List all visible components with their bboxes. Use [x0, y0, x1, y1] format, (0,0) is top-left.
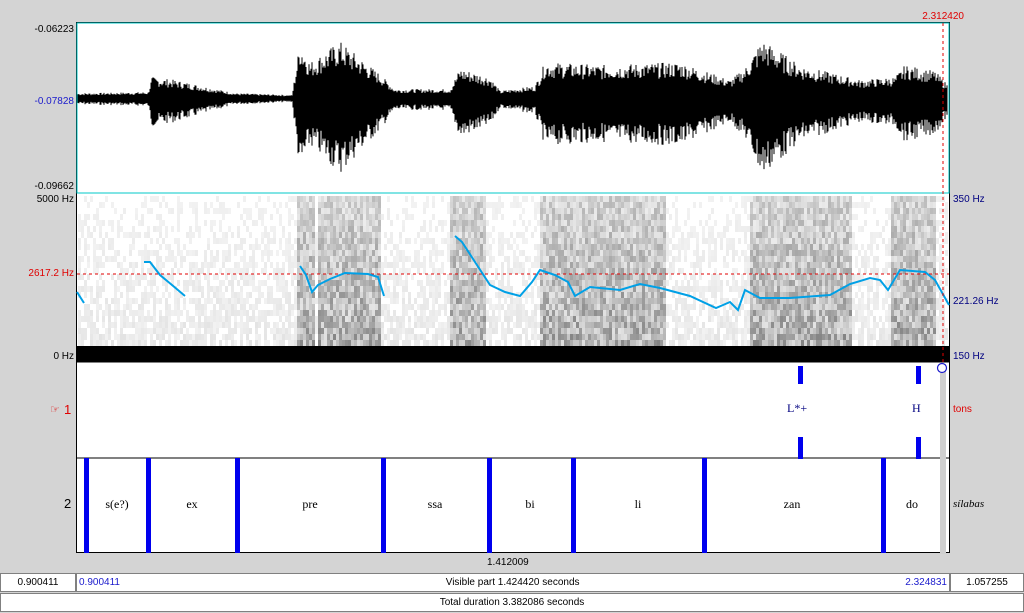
waveform-mid-label: -0.07828 [34, 96, 74, 107]
time-cursor-shade [940, 364, 946, 554]
interval-label[interactable]: ssa [428, 497, 443, 512]
right-outside-duration[interactable]: 1.057255 [950, 573, 1024, 592]
interval-boundaries [84, 458, 886, 553]
cursor-time-label: 2.312420 [922, 11, 964, 22]
point-marker [798, 366, 803, 384]
left-outside-text: 0.900411 [17, 577, 59, 588]
tier-2-number[interactable]: 2 [64, 496, 71, 511]
interval-label[interactable]: s(e?) [105, 497, 128, 512]
point-marker [916, 366, 921, 384]
interval-label[interactable]: pre [302, 497, 317, 512]
tier-2-name[interactable]: sílabas [953, 498, 984, 510]
point-marker [916, 437, 921, 459]
spectrogram-cursor-label: 2617.2 Hz [28, 268, 74, 279]
interval-label[interactable]: bi [525, 497, 534, 512]
tier-1-point-label[interactable]: H [912, 401, 921, 416]
interval-label[interactable]: zan [784, 497, 801, 512]
total-duration-bar[interactable]: Total duration 3.382086 seconds [0, 593, 1024, 612]
signal-canvas[interactable] [0, 0, 1024, 613]
tier-1-name[interactable]: tons [953, 404, 972, 415]
waveform-bottom-label: -0.09662 [34, 181, 74, 192]
pitch-mid-label: 221.26 Hz [953, 296, 999, 307]
right-outside-text: 1.057255 [966, 577, 1008, 588]
cursor-handle [936, 362, 948, 374]
interval-label[interactable]: ex [186, 497, 197, 512]
visible-part-bar[interactable]: 0.900411 Visible part 1.424420 seconds 2… [76, 573, 950, 592]
visible-end-time: 2.324831 [905, 577, 947, 588]
tier-1-pointer-icon[interactable]: ☞ [50, 403, 60, 416]
tier-1-number[interactable]: 1 [64, 402, 71, 417]
interval-label[interactable]: do [906, 497, 918, 512]
waveform-top-label: -0.06223 [34, 24, 74, 35]
visible-start-time: 0.900411 [79, 577, 120, 588]
spectrogram-low-band [77, 346, 949, 362]
pitch-bottom-label: 150 Hz [953, 351, 985, 362]
pitch-top-label: 350 Hz [953, 194, 985, 205]
interval-label[interactable]: li [635, 497, 642, 512]
tier-1-point-label[interactable]: L*+ [787, 401, 807, 416]
boundary-time-label: 1.412009 [487, 557, 529, 568]
spectrogram-bottom-label: 0 Hz [53, 351, 74, 362]
left-outside-duration[interactable]: 0.900411 [0, 573, 76, 592]
total-duration-text: Total duration 3.382086 seconds [439, 597, 585, 608]
visible-part-text: Visible part 1.424420 seconds [445, 577, 580, 588]
spectrogram-top-label: 5000 Hz [36, 194, 74, 205]
point-marker [798, 437, 803, 459]
